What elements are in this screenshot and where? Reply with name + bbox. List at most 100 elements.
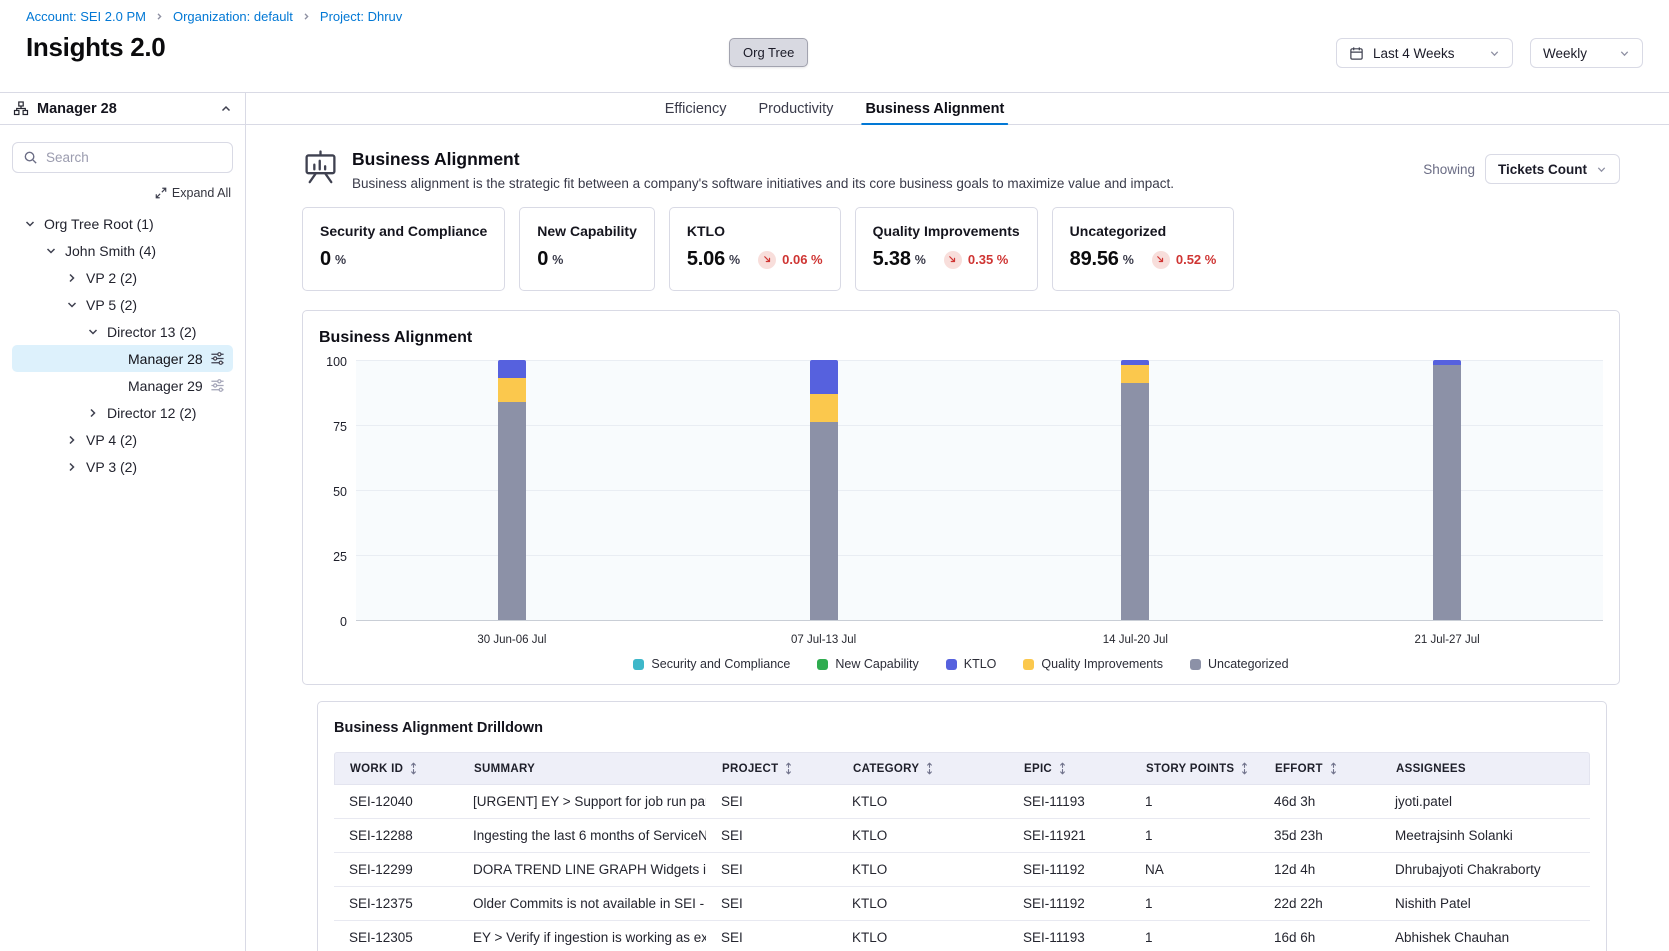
legend-item[interactable]: New Capability [817, 657, 918, 671]
metric-unit: % [335, 253, 346, 267]
metric-cards-row: Security and Compliance0%New Capability0… [302, 207, 1620, 291]
legend-swatch [946, 659, 957, 670]
y-axis-tick-label: 75 [333, 420, 347, 434]
chart-legend: Security and Compliance New Capability KTL… [319, 657, 1603, 671]
legend-item[interactable]: KTLO [946, 657, 997, 671]
interval-select[interactable]: Weekly [1530, 38, 1643, 68]
trend-delta-value: 0.06 % [782, 252, 822, 267]
tree-item[interactable]: VP 5 (2) [12, 291, 233, 318]
stacked-bar[interactable] [1121, 360, 1149, 620]
chevron-down-icon [1596, 164, 1607, 175]
column-header-epic[interactable]: EPIC [1009, 753, 1131, 784]
tab-business-alignment[interactable]: Business Alignment [865, 93, 1004, 124]
metric-card-value-row: 5.38%0.35 % [873, 248, 1020, 271]
table-cell: NA [1130, 853, 1259, 886]
sort-icon[interactable] [1240, 762, 1249, 775]
table-cell: SEI-11193 [1008, 921, 1130, 951]
expand-all-button[interactable]: Expand All [155, 186, 231, 200]
filter-sliders-icon[interactable] [210, 378, 225, 393]
sort-icon[interactable] [409, 762, 418, 775]
table-cell: 35d 23h [1259, 819, 1380, 852]
sort-icon[interactable] [1058, 762, 1067, 775]
table-cell: EY > Verify if ingestion is working as e… [458, 921, 706, 951]
metric-card-value-row: 0% [320, 248, 487, 271]
tab-productivity[interactable]: Productivity [758, 93, 833, 124]
tree-item[interactable]: VP 4 (2) [12, 426, 233, 453]
column-header-category[interactable]: CATEGORY [838, 753, 1009, 784]
bar-segment [1121, 383, 1149, 620]
legend-item[interactable]: Security and Compliance [633, 657, 790, 671]
table-cell: 1 [1130, 819, 1259, 852]
table-row[interactable]: SEI-12288Ingesting the last 6 months of … [334, 819, 1590, 853]
chevron-down-icon[interactable] [85, 326, 101, 338]
showing-select[interactable]: Tickets Count [1485, 154, 1620, 184]
column-header-story-points[interactable]: STORY POINTS [1131, 753, 1260, 784]
chevron-down-icon[interactable] [43, 245, 59, 257]
column-header-work-id[interactable]: WORK ID [335, 753, 459, 784]
bar-segment [1433, 365, 1461, 620]
chevron-right-icon[interactable] [64, 272, 80, 284]
metric-card: Security and Compliance0% [302, 207, 505, 291]
bar-segment [1121, 365, 1149, 383]
x-axis-label: 07 Jul-13 Jul [791, 634, 856, 646]
tree-item-label: Director 12 (2) [107, 405, 196, 421]
tree-item[interactable]: Org Tree Root (1) [12, 210, 233, 237]
y-axis: 0255075100 [319, 361, 356, 622]
search-box[interactable] [12, 142, 233, 173]
chevron-up-icon[interactable] [220, 103, 232, 115]
chevron-right-icon[interactable] [64, 434, 80, 446]
tree-item[interactable]: VP 3 (2) [12, 453, 233, 480]
tree-item[interactable]: Director 12 (2) [12, 399, 233, 426]
column-header-project[interactable]: PROJECT [707, 753, 838, 784]
table-row[interactable]: SEI-12305EY > Verify if ingestion is wor… [334, 921, 1590, 951]
chevron-down-icon[interactable] [64, 299, 80, 311]
breadcrumb-item[interactable]: Account: SEI 2.0 PM [26, 9, 146, 24]
metric-card: New Capability0% [519, 207, 655, 291]
sort-icon[interactable] [784, 762, 793, 775]
tree-item-label: Org Tree Root (1) [44, 216, 154, 232]
stacked-bar[interactable] [498, 360, 526, 620]
tree-item-label: Manager 28 [128, 351, 203, 367]
sort-icon[interactable] [925, 762, 934, 775]
sidebar-header[interactable]: Manager 28 [0, 93, 246, 124]
date-range-select[interactable]: Last 4 Weeks [1336, 38, 1513, 68]
tree-item[interactable]: Manager 28 [12, 345, 233, 372]
tree-item[interactable]: VP 2 (2) [12, 264, 233, 291]
legend-swatch [633, 659, 644, 670]
table-row[interactable]: SEI-12299DORA TREND LINE GRAPH Widgets i… [334, 853, 1590, 887]
legend-swatch [1190, 659, 1201, 670]
tab-efficiency[interactable]: Efficiency [665, 93, 727, 124]
table-cell: KTLO [837, 785, 1008, 818]
tree-item[interactable]: Director 13 (2) [12, 318, 233, 345]
org-tree-button[interactable]: Org Tree [729, 38, 808, 67]
table-row[interactable]: SEI-12375Older Commits is not available … [334, 887, 1590, 921]
trend-badge: 0.35 % [944, 251, 1008, 269]
stacked-bar[interactable] [1433, 360, 1461, 620]
search-input[interactable] [46, 150, 223, 165]
tree-item[interactable]: Manager 29 [12, 372, 233, 399]
tree-item-label: VP 3 (2) [86, 459, 137, 475]
chevron-down-icon[interactable] [22, 218, 38, 230]
table-cell: Dhrubajyoti Chakraborty [1380, 853, 1590, 886]
gridline [356, 360, 1603, 361]
metric-unit: % [729, 253, 740, 267]
chevron-right-icon[interactable] [85, 407, 101, 419]
chevron-right-icon[interactable] [64, 461, 80, 473]
sort-icon[interactable] [1329, 762, 1338, 775]
metric-unit: % [1123, 253, 1134, 267]
y-axis-tick-label: 50 [333, 485, 347, 499]
legend-label: Security and Compliance [651, 657, 790, 671]
trend-delta-value: 0.52 % [1176, 252, 1216, 267]
breadcrumb-item[interactable]: Project: Dhruv [320, 9, 402, 24]
filter-sliders-icon[interactable] [210, 351, 225, 366]
stacked-bar[interactable] [810, 360, 838, 620]
table-row[interactable]: SEI-12040[URGENT] EY > Support for job r… [334, 785, 1590, 819]
legend-item[interactable]: Quality Improvements [1023, 657, 1163, 671]
tree-item[interactable]: John Smith (4) [12, 237, 233, 264]
column-header-effort[interactable]: EFFORT [1260, 753, 1381, 784]
legend-item[interactable]: Uncategorized [1190, 657, 1289, 671]
column-header-label: EFFORT [1275, 763, 1323, 775]
metric-value: 0 [320, 248, 331, 271]
metric-card-value-row: 5.06%0.06 % [687, 248, 823, 271]
breadcrumb-item[interactable]: Organization: default [173, 9, 293, 24]
